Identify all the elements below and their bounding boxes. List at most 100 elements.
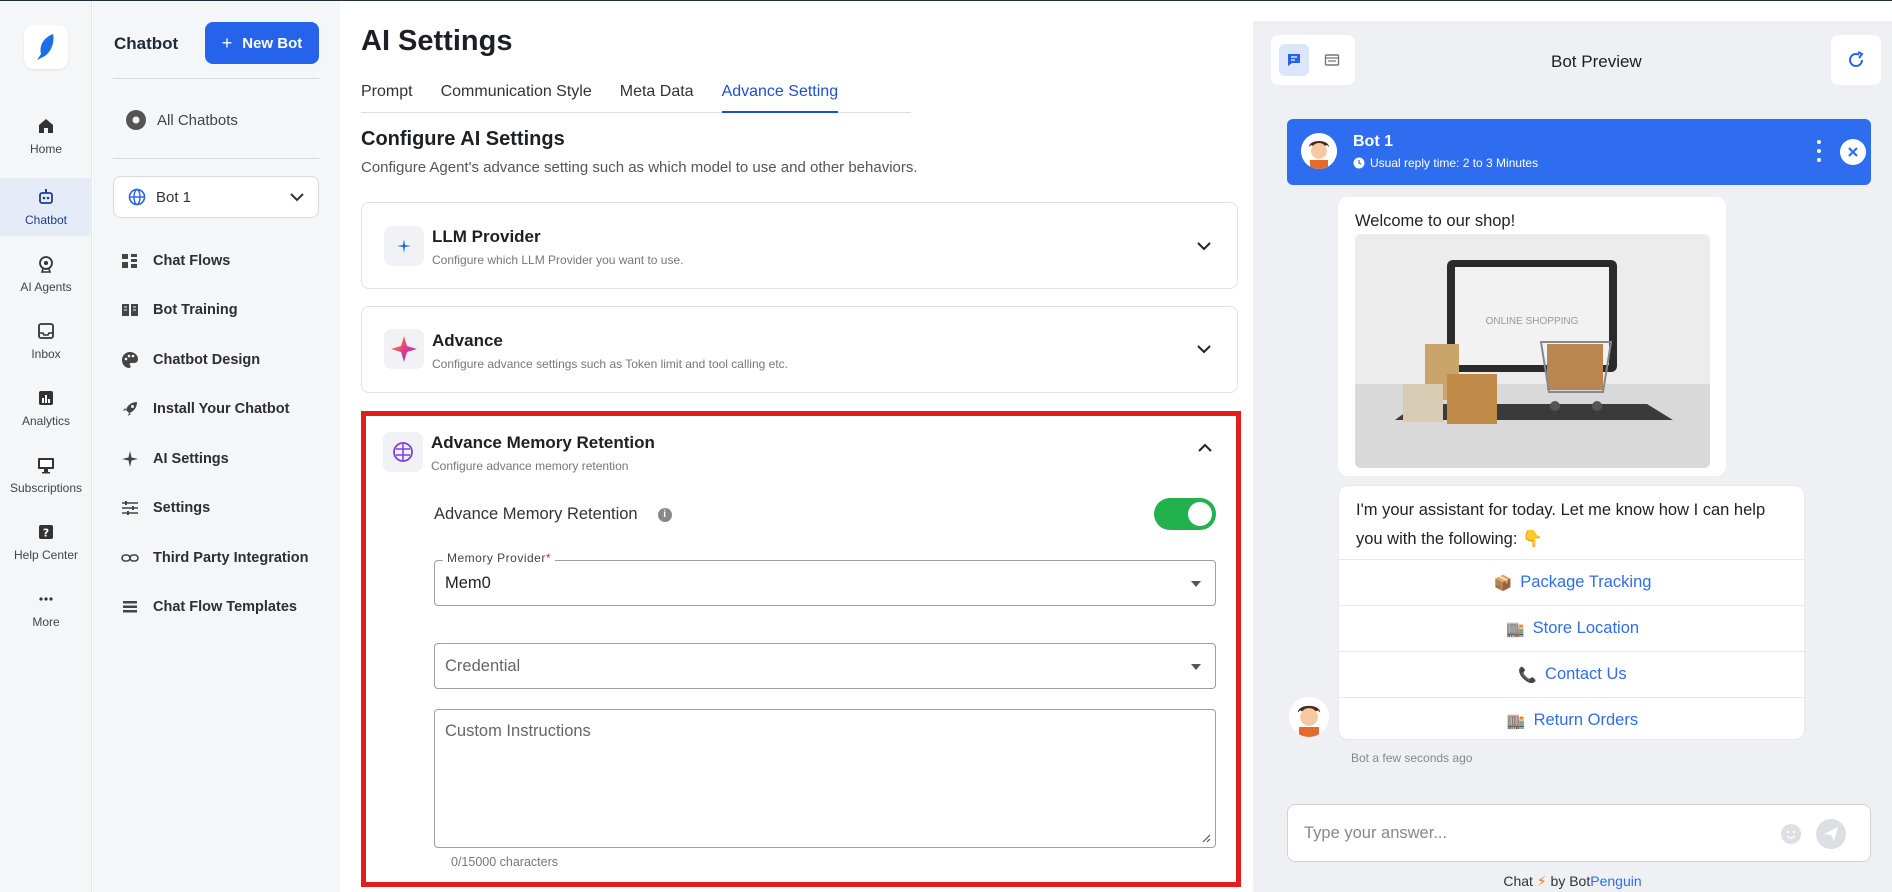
rail-item-ai-agents[interactable]: AI Agents (0, 245, 92, 303)
rail-item-home[interactable]: Home (0, 107, 92, 165)
advance-card[interactable]: Advance Configure advance settings such … (361, 306, 1238, 393)
quick-reply-label: Package Tracking (1520, 573, 1652, 591)
memory-toggle-row: Advance Memory Retention i (434, 505, 672, 524)
chatbot-sidebar: Chatbot + New Bot All Chatbots Bot 1 Cha… (93, 1, 340, 892)
rail-item-inbox[interactable]: Inbox (0, 312, 92, 370)
widget-view-button[interactable] (1317, 44, 1347, 76)
sidebar-item-install-chatbot[interactable]: Install Your Chatbot (121, 394, 321, 424)
rail-item-label: Home (29, 142, 62, 156)
avatar-icon (1301, 133, 1337, 169)
palette-icon (122, 352, 138, 368)
section-subtitle: Configure Agent's advance setting such a… (361, 159, 918, 176)
powered-brand-link[interactable]: Penguin (1590, 873, 1641, 889)
sidebar-item-label: Third Party Integration (153, 550, 309, 566)
chevron-down-icon[interactable] (1197, 241, 1211, 251)
bot-selector[interactable]: Bot 1 (113, 176, 319, 218)
sidebar-item-label: Settings (153, 500, 211, 516)
memory-retention-toggle[interactable] (1154, 498, 1216, 530)
dropdown-arrow-icon (1191, 664, 1201, 670)
link-icon (121, 554, 139, 562)
kebab-menu-icon[interactable] (1817, 139, 1821, 163)
penguin-logo-icon (37, 34, 54, 60)
app-logo[interactable] (24, 25, 68, 69)
resize-grip-icon[interactable] (1201, 833, 1211, 843)
reply-time: Usual reply time: 2 to 3 Minutes (1353, 156, 1538, 170)
quick-reply-store-location[interactable]: 🏬 Store Location (1339, 605, 1804, 651)
sidebar-item-chat-flow-templates[interactable]: Chat Flow Templates (121, 592, 321, 622)
rocket-icon (123, 402, 137, 416)
welcome-text: Welcome to our shop! (1355, 212, 1516, 230)
rail-item-chatbot[interactable]: Chatbot (0, 178, 92, 236)
tab-meta-data[interactable]: Meta Data (620, 83, 722, 113)
sidebar-item-third-party-integration[interactable]: Third Party Integration (121, 543, 321, 573)
rail-item-help-center[interactable]: ? Help Center (0, 513, 92, 571)
assistant-text: I'm your assistant for today. Let me kno… (1356, 501, 1766, 548)
tab-prompt[interactable]: Prompt (361, 83, 441, 113)
all-chatbots-link[interactable]: All Chatbots (125, 109, 238, 131)
welcome-bubble: Welcome to our shop! ONLINE SHOPPING (1338, 197, 1726, 476)
monitor-icon (38, 458, 54, 474)
quick-reply-package-tracking[interactable]: 📦 Package Tracking (1339, 559, 1804, 605)
new-bot-button[interactable]: + New Bot (205, 22, 319, 64)
help-icon: ? (39, 525, 53, 540)
image-text: ONLINE SHOPPING (1486, 316, 1579, 327)
rail-item-label: Subscriptions (9, 481, 83, 495)
rail-item-label: Chatbot (24, 213, 68, 227)
home-icon (39, 119, 53, 133)
page-title: AI Settings (361, 25, 513, 57)
memory-provider-label-text: Memory Provider (447, 551, 546, 565)
rail-item-subscriptions[interactable]: Subscriptions (0, 446, 92, 504)
chevron-down-icon[interactable] (1197, 344, 1211, 354)
refresh-button[interactable] (1831, 35, 1881, 85)
close-chat-button[interactable] (1840, 139, 1866, 165)
sparkle-icon (397, 239, 411, 253)
sidebar-item-label: Bot Training (153, 302, 238, 318)
sidebar-item-label: Chatbot Design (153, 352, 261, 368)
required-asterisk: * (545, 551, 552, 565)
rail-item-more[interactable]: More (0, 580, 92, 638)
sidebar-item-chat-flows[interactable]: Chat Flows (121, 246, 321, 276)
chat-flows-icon (122, 254, 137, 268)
store-icon: 🏬 (1505, 620, 1525, 638)
custom-instructions-textarea[interactable]: Custom Instructions (434, 709, 1216, 848)
chat-view-button[interactable] (1279, 44, 1309, 76)
rail-item-label: Inbox (31, 347, 61, 361)
rail-item-label: Help Center (13, 548, 79, 562)
quick-reply-contact-us[interactable]: 📞 Contact Us (1339, 651, 1804, 697)
advance-icon-box (384, 329, 424, 369)
robot-icon (39, 189, 53, 204)
quick-reply-return-orders[interactable]: 🏬 Return Orders (1339, 697, 1804, 739)
all-chatbots-label: All Chatbots (157, 111, 238, 129)
sidebar-item-ai-settings[interactable]: AI Settings (121, 444, 321, 474)
llm-icon-box (384, 226, 424, 266)
sidebar-item-settings[interactable]: Settings (121, 493, 321, 523)
sliders-icon (122, 501, 138, 515)
refresh-icon (1849, 51, 1864, 67)
lightning-icon: ⚡ (1536, 873, 1551, 889)
section-title: Configure AI Settings (361, 128, 565, 150)
left-rail: Home Chatbot AI Agents Inbox Analytics S… (0, 1, 92, 892)
sidebar-item-bot-training[interactable]: Bot Training (121, 295, 321, 325)
send-icon[interactable] (1816, 819, 1846, 849)
tab-communication-style[interactable]: Communication Style (441, 83, 620, 113)
sidebar-item-chatbot-design[interactable]: Chatbot Design (121, 345, 321, 375)
tab-advance-setting[interactable]: Advance Setting (721, 83, 839, 113)
preview-title: Bot Preview (1551, 52, 1642, 71)
preview-mode-switch (1271, 35, 1355, 85)
memory-provider-select[interactable]: Memory Provider* Mem0 (434, 551, 1216, 606)
new-bot-label: New Bot (242, 34, 303, 52)
emoji-icon[interactable] (1780, 823, 1802, 845)
llm-provider-card[interactable]: LLM Provider Configure which LLM Provide… (361, 202, 1238, 289)
credential-select[interactable]: Credential (434, 643, 1216, 689)
sidebar-item-label: Install Your Chatbot (153, 401, 290, 417)
rail-item-analytics[interactable]: Analytics (0, 379, 92, 437)
plus-icon: + (221, 32, 233, 53)
avatar-icon (1289, 697, 1329, 737)
info-icon[interactable]: i (657, 507, 672, 522)
phone-icon: 📞 (1518, 666, 1538, 684)
card-title: Advance (432, 331, 503, 350)
memory-provider-label: Memory Provider* (443, 551, 556, 565)
card-title: LLM Provider (432, 227, 541, 246)
chat-input[interactable]: Type your answer... (1287, 804, 1871, 862)
divider (113, 158, 319, 159)
